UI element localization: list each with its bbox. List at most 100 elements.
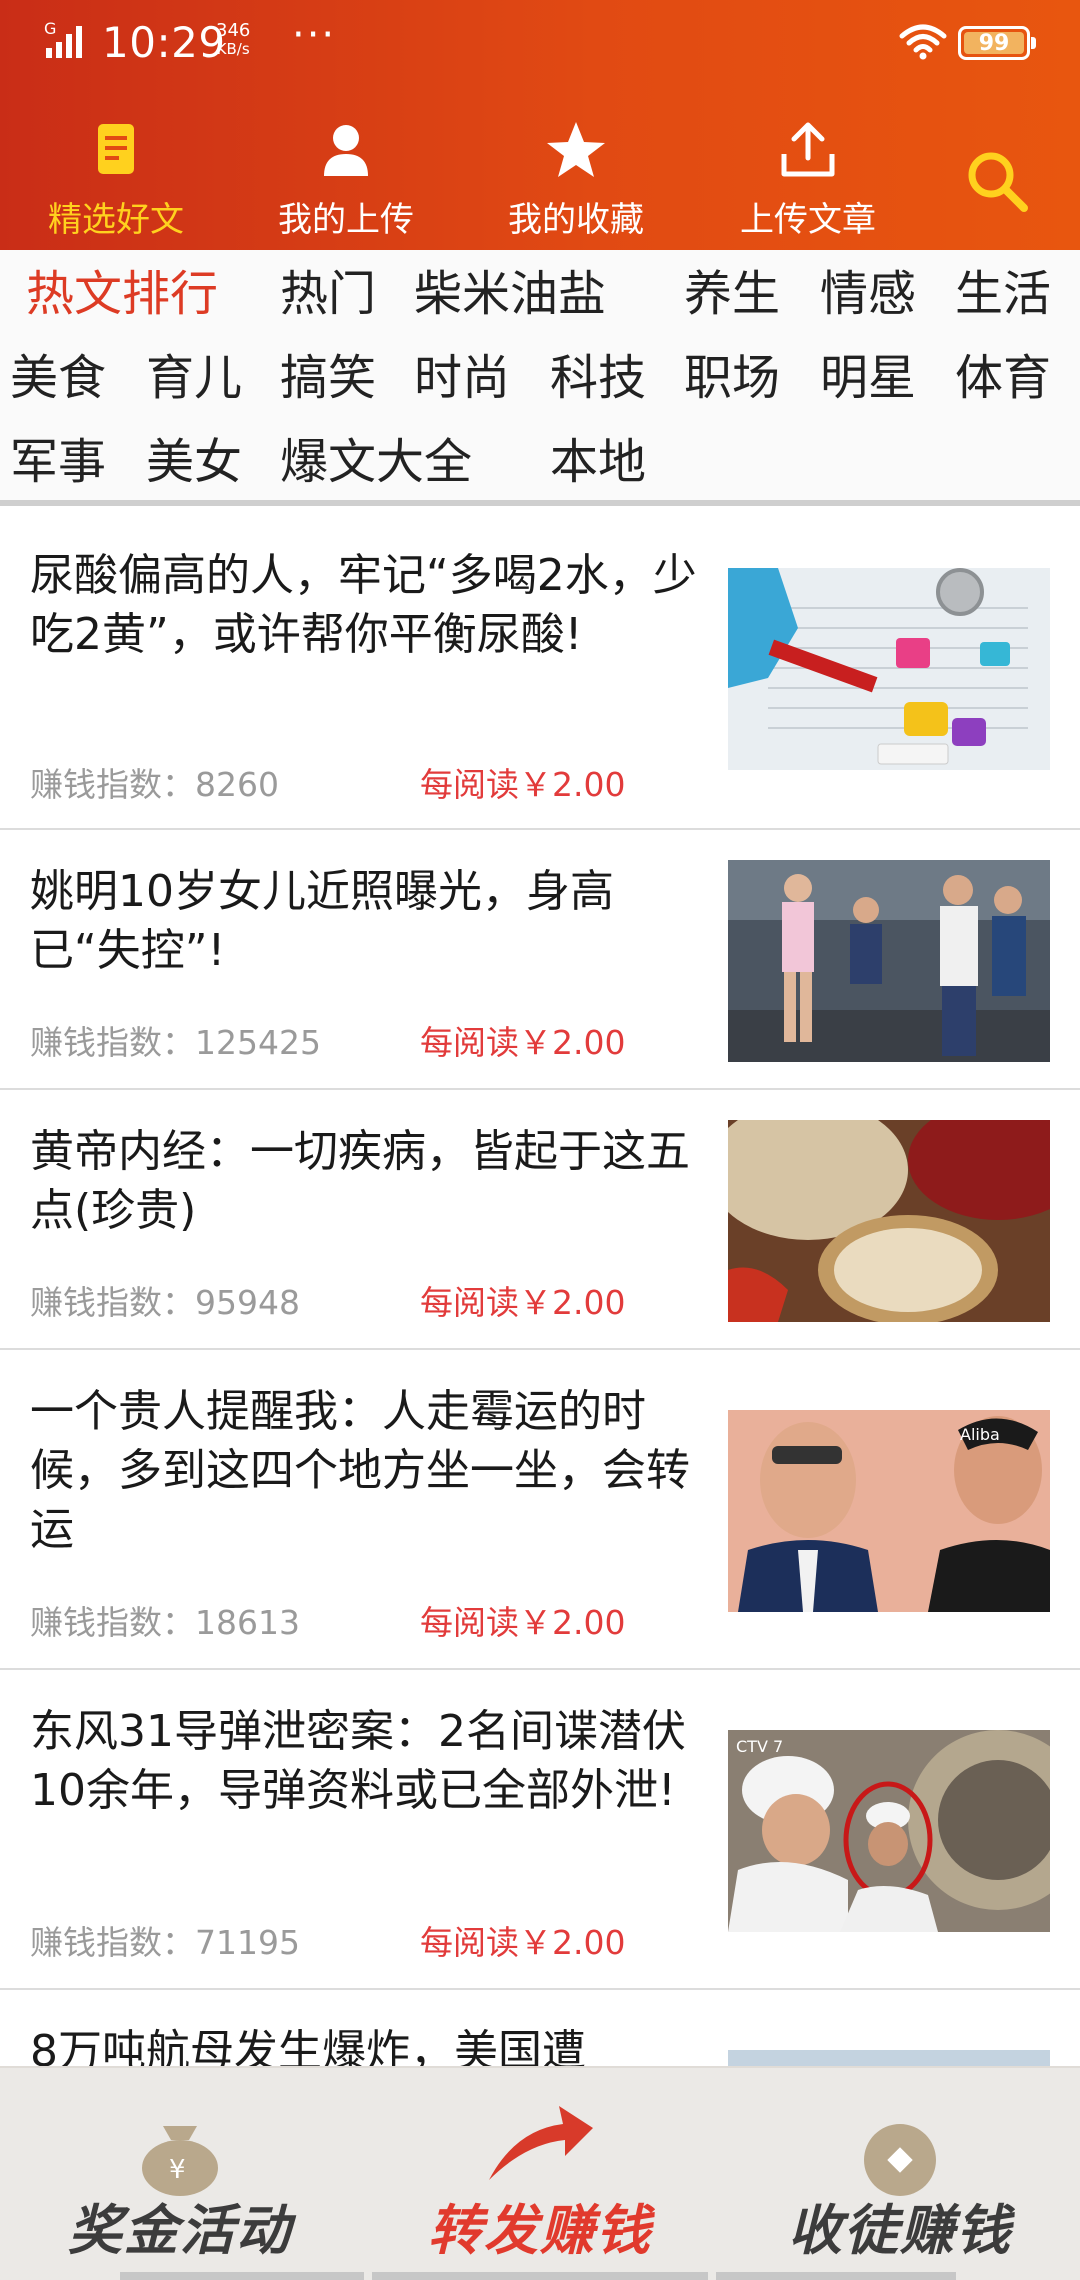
article-title: 东风31导弹泄密案：2名间谍潜伏10余年，导弹资料或已全部外泄! [30, 1706, 686, 1816]
category-viral[interactable]: 爆文大全 [280, 434, 472, 490]
article-title: 姚明10岁女儿近照曝光，身高已“失控”! [30, 866, 614, 976]
article-thumbnail: Aliba [728, 1410, 1050, 1612]
category-hot-ranking[interactable]: 热文排行 [26, 266, 218, 322]
upload-icon [781, 122, 835, 177]
battery-icon: 99 [958, 26, 1036, 60]
tab-my-uploads[interactable]: 我的上传 [236, 108, 456, 248]
category-tech[interactable]: 科技 [550, 350, 646, 406]
article-title: 黄帝内经：一切疾病，皆起于这五点(珍贵) [30, 1126, 690, 1236]
bottom-label: 收徒赚钱 [788, 2199, 1012, 2262]
earning-index-value: 71195 [195, 1923, 300, 1962]
nav-indicator [120, 2272, 364, 2280]
reward-per-read: 每阅读￥2.00 [420, 1283, 626, 1322]
app-header: G 10:29 346 KB/s ··· 99 精选好文 我的上传 我的收藏 上… [0, 0, 1080, 250]
reward-per-read: 每阅读￥2.00 [420, 1023, 626, 1062]
article-list: 尿酸偏高的人，牢记“多喝2水，少吃2黄”，或许帮你平衡尿酸! 赚钱指数：8260… [0, 506, 1080, 2066]
nav-indicator [716, 2272, 956, 2280]
wifi-icon [899, 24, 947, 60]
star-icon [547, 122, 605, 177]
tab-upload-article[interactable]: 上传文章 [698, 108, 918, 248]
earning-index-label: 赚钱指数： [30, 765, 195, 804]
article-thumbnail [728, 568, 1050, 770]
earning-index-value: 125425 [195, 1023, 321, 1062]
category-emotion[interactable]: 情感 [820, 266, 916, 322]
category-military[interactable]: 军事 [10, 434, 106, 490]
article-title: 8万吨航母发生爆炸，美国遭 [30, 2026, 586, 2066]
earning-index-value: 95948 [195, 1283, 300, 1322]
category-beauty[interactable]: 美女 [146, 434, 242, 490]
earning-index-label: 赚钱指数： [30, 1923, 195, 1962]
bottom-action-bar: ¥ 奖金活动 转发赚钱 收徒赚钱 [0, 2066, 1080, 2280]
person-icon [324, 125, 368, 176]
top-tab-bar: 精选好文 我的上传 我的收藏 上传文章 [0, 108, 1080, 248]
share-earn-button[interactable]: 转发赚钱 [360, 2068, 720, 2280]
category-celebrity[interactable]: 明星 [820, 350, 916, 406]
category-local[interactable]: 本地 [550, 434, 646, 490]
earning-index: 赚钱指数：18613 [30, 1596, 300, 1644]
category-funny[interactable]: 搞笑 [280, 350, 376, 406]
article-thumbnail [728, 1120, 1050, 1322]
earning-index-value: 18613 [195, 1603, 300, 1642]
article-title: 一个贵人提醒我：人走霉运的时候，多到这四个地方坐一坐，会转运 [30, 1386, 690, 1555]
battery-level: 99 [978, 30, 1010, 56]
category-hot[interactable]: 热门 [280, 266, 376, 322]
recruit-earn-button[interactable]: 收徒赚钱 [720, 2068, 1080, 2280]
article-item[interactable]: 尿酸偏高的人，牢记“多喝2水，少吃2黄”，或许帮你平衡尿酸! 赚钱指数：8260… [0, 506, 1080, 830]
category-tags: 热文排行 热门 柴米油盐 养生 情感 生活 美食 育儿 搞笑 时尚 科技 职场 … [0, 250, 1080, 502]
svg-text:¥: ¥ [169, 2155, 186, 2185]
category-parenting[interactable]: 育儿 [146, 350, 242, 406]
share-arrow-icon [489, 2106, 593, 2180]
tab-featured-articles[interactable]: 精选好文 [6, 108, 226, 248]
earning-index-label: 赚钱指数： [30, 1023, 195, 1062]
article-item[interactable]: 8万吨航母发生爆炸，美国遭 [0, 1990, 1080, 2066]
diamond-coin-icon [864, 2124, 936, 2196]
network-speed-value: 346 [216, 20, 251, 41]
search-icon[interactable] [962, 146, 1032, 216]
article-thumbnail: CTV 7 [728, 1730, 1050, 1932]
earning-index-label: 赚钱指数： [30, 1603, 195, 1642]
category-life[interactable]: 生活 [955, 266, 1051, 322]
tab-label: 上传文章 [740, 200, 876, 240]
bottom-label: 转发赚钱 [428, 2199, 652, 2262]
article-item[interactable]: 东风31导弹泄密案：2名间谍潜伏10余年，导弹资料或已全部外泄! 赚钱指数：71… [0, 1670, 1080, 1990]
reward-per-read: 每阅读￥2.00 [420, 1603, 626, 1642]
earning-index-label: 赚钱指数： [30, 1283, 195, 1322]
svg-text:Aliba: Aliba [960, 1425, 1000, 1444]
earning-index: 赚钱指数：95948 [30, 1276, 300, 1324]
category-career[interactable]: 职场 [684, 350, 780, 406]
category-sports[interactable]: 体育 [955, 350, 1051, 406]
category-daily-life[interactable]: 柴米油盐 [414, 266, 606, 322]
status-bar: G 10:29 346 KB/s ··· 99 [0, 0, 1080, 90]
article-title: 尿酸偏高的人，牢记“多喝2水，少吃2黄”，或许帮你平衡尿酸! [30, 550, 697, 660]
earning-index: 赚钱指数：71195 [30, 1916, 300, 1964]
earning-index-value: 8260 [195, 765, 279, 804]
network-speed-unit: KB/s [216, 40, 250, 58]
earning-index: 赚钱指数：125425 [30, 1016, 321, 1064]
tab-label: 我的收藏 [508, 200, 644, 240]
category-food[interactable]: 美食 [10, 350, 106, 406]
bonus-activity-button[interactable]: ¥ 奖金活动 [0, 2068, 360, 2280]
category-fashion[interactable]: 时尚 [414, 350, 510, 406]
article-item[interactable]: 姚明10岁女儿近照曝光，身高已“失控”! 赚钱指数：125425 每阅读￥2.0… [0, 830, 1080, 1090]
nav-indicator [372, 2272, 708, 2280]
reward-per-read: 每阅读￥2.00 [420, 1923, 626, 1962]
earning-index: 赚钱指数：8260 [30, 758, 279, 806]
article-thumbnail [728, 2050, 1050, 2066]
network-speed: 346 KB/s [216, 20, 251, 59]
tab-my-favorites[interactable]: 我的收藏 [466, 108, 686, 248]
money-bag-icon: ¥ [142, 2126, 218, 2196]
svg-text:G: G [44, 20, 56, 38]
article-item[interactable]: 黄帝内经：一切疾病，皆起于这五点(珍贵) 赚钱指数：95948 每阅读￥2.00 [0, 1090, 1080, 1350]
tab-label: 精选好文 [48, 200, 184, 240]
article-item[interactable]: 一个贵人提醒我：人走霉运的时候，多到这四个地方坐一坐，会转运 赚钱指数：1861… [0, 1350, 1080, 1670]
article-thumbnail [728, 860, 1050, 1062]
svg-text:CTV 7: CTV 7 [736, 1737, 783, 1756]
tab-label: 我的上传 [278, 200, 414, 240]
more-notifications-icon: ··· [292, 12, 337, 58]
bottom-label: 奖金活动 [68, 2199, 292, 2262]
signal-icon: G [44, 20, 82, 58]
document-icon [98, 124, 134, 174]
reward-per-read: 每阅读￥2.00 [420, 765, 626, 804]
status-time: 10:29 [102, 18, 226, 67]
category-health[interactable]: 养生 [684, 266, 780, 322]
